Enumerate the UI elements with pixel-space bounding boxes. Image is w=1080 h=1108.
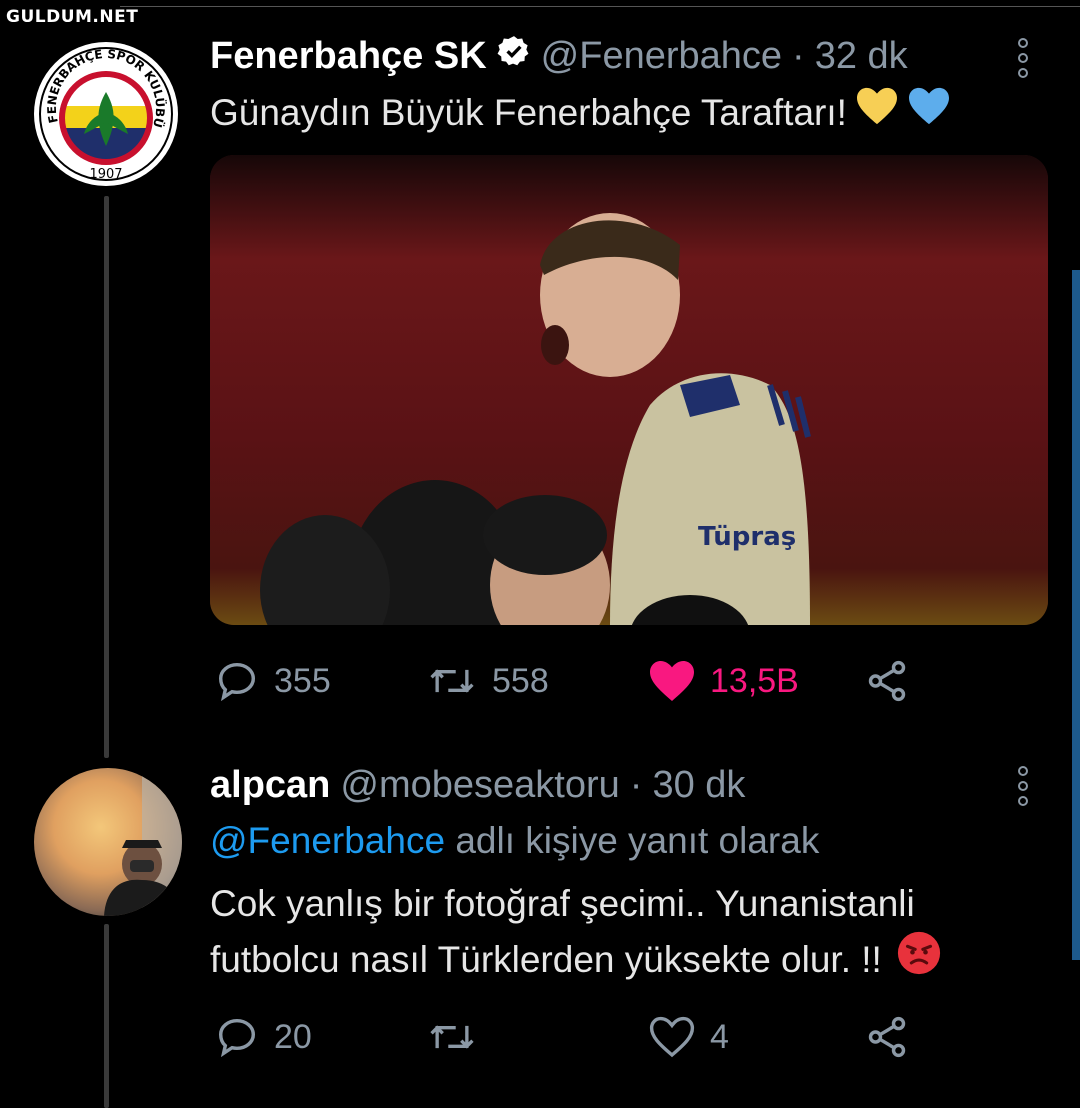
logo-year: 1907 (89, 167, 122, 182)
more-icon[interactable] (1018, 38, 1028, 78)
thread-line (104, 196, 109, 758)
reply-text: Cok yanlış bir fotoğraf şecimi.. Yunanis… (210, 878, 942, 990)
photo-sponsor-text: Tüpraş (698, 522, 796, 552)
share-button[interactable] (864, 658, 910, 704)
reply-text-line: Cok yanlış bir fotoğraf şecimi.. Yunanis… (210, 883, 915, 924)
like-button[interactable]: 13,5B (648, 658, 864, 704)
share-icon (868, 660, 906, 702)
reply-count: 20 (274, 1017, 312, 1056)
reply-icon (218, 1018, 256, 1058)
share-button[interactable] (864, 1014, 910, 1060)
reply-text-line: futbolcu nasıl Türklerden yüksekte olur.… (210, 939, 882, 980)
reply-author-name[interactable]: alpcan (210, 764, 330, 807)
retweet-button[interactable] (426, 1014, 648, 1060)
reply-author-handle[interactable]: @mobeseaktoru (340, 764, 619, 807)
alpcan-avatar[interactable] (34, 768, 182, 916)
fenerbahce-logo: FENERBAHÇE SPOR KULÜBÜ 1907 (36, 44, 176, 184)
retweet-icon (430, 1025, 474, 1049)
retweet-icon (430, 669, 474, 693)
retweet-button[interactable]: 558 (426, 658, 648, 704)
fenerbahce-avatar[interactable]: FENERBAHÇE SPOR KULÜBÜ 1907 (34, 42, 178, 186)
retweet-count: 558 (492, 661, 549, 700)
like-count: 13,5B (710, 661, 799, 700)
angry-face-icon (896, 930, 942, 990)
reply-header: alpcan @mobeseaktoru · 30 dk (210, 764, 745, 807)
author-handle[interactable]: @Fenerbahce (541, 35, 782, 78)
separator: · (629, 764, 643, 806)
reply-to-label: adlı kişiye yanıt olarak (455, 820, 820, 861)
separator: · (792, 34, 805, 77)
scroll-indicator[interactable] (1072, 270, 1080, 960)
author-name[interactable]: Fenerbahçe SK (210, 35, 487, 78)
reply-button[interactable]: 355 (214, 658, 426, 704)
blue-heart-icon (907, 86, 951, 140)
tweet-header: Fenerbahçe SK @Fenerbahce · 32 dk (210, 34, 908, 78)
reply-to-mention[interactable]: @Fenerbahce (210, 820, 445, 861)
share-icon (868, 1016, 906, 1058)
top-divider (120, 6, 1080, 7)
like-count: 4 (710, 1017, 729, 1056)
yellow-heart-icon (855, 86, 899, 140)
like-icon (649, 1016, 695, 1058)
timestamp[interactable]: 32 dk (815, 35, 908, 78)
reply-timestamp[interactable]: 30 dk (652, 764, 745, 807)
reply-to-line: @Fenerbahce adlı kişiye yanıt olarak (210, 815, 819, 867)
like-icon (650, 661, 694, 701)
tweet-actions: 355 558 13,5B (214, 658, 910, 704)
more-icon[interactable] (1018, 766, 1028, 806)
reply-icon (218, 662, 256, 702)
watermark: GULDUM.NET (6, 7, 139, 27)
thread-line (104, 924, 109, 1108)
tweet-text: Günaydın Büyük Fenerbahçe Taraftarı! (210, 92, 847, 133)
reply-actions: 20 4 (214, 1014, 910, 1060)
tweet-photo[interactable]: Tüpraş (210, 155, 1048, 625)
reply-count: 355 (274, 661, 331, 700)
tweet-text-row: Günaydın Büyük Fenerbahçe Taraftarı! (210, 86, 951, 140)
reply-button[interactable]: 20 (214, 1014, 426, 1060)
verified-icon (497, 34, 531, 78)
like-button[interactable]: 4 (648, 1014, 864, 1060)
